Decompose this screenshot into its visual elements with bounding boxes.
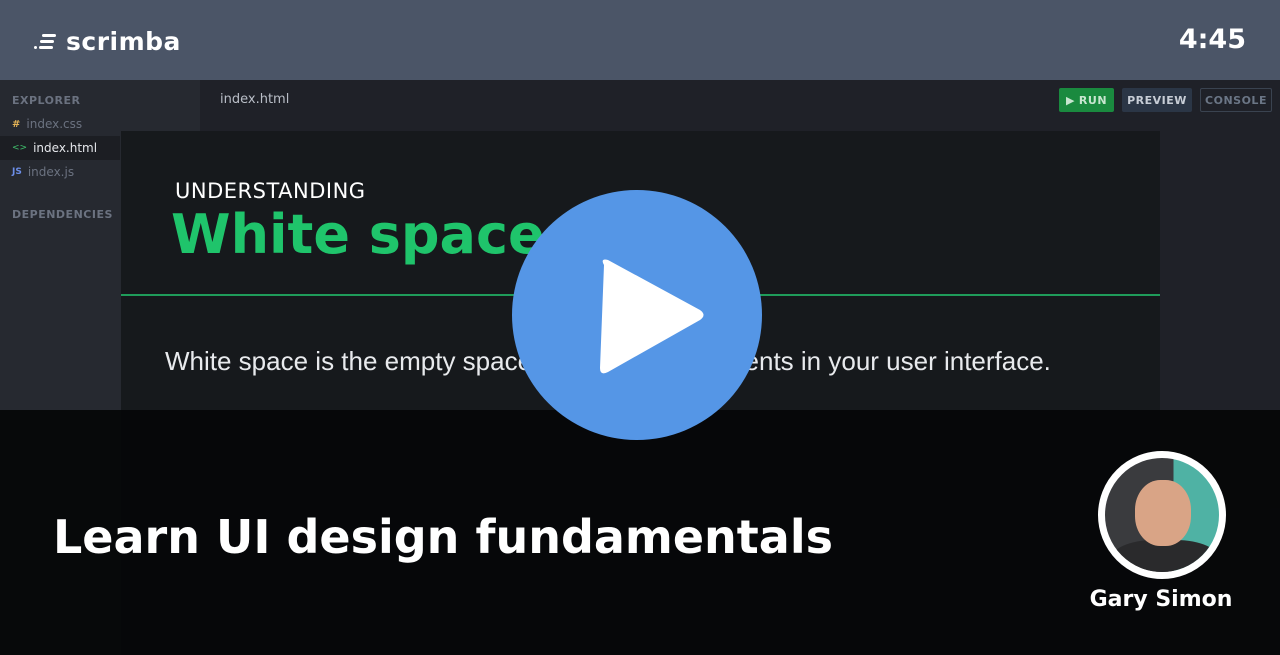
run-label: RUN	[1078, 93, 1108, 107]
instructor-avatar	[1098, 451, 1226, 579]
play-icon: ▶	[1065, 93, 1075, 107]
play-button[interactable]	[512, 190, 762, 440]
scrimba-logo-icon	[34, 33, 58, 51]
dependencies-heading[interactable]: DEPENDENCIES	[12, 208, 113, 221]
info-overlay: Learn UI design fundamentals Gary Simon	[0, 410, 1280, 655]
preview-button[interactable]: PREVIEW	[1122, 88, 1192, 112]
preview-subtitle: UNDERSTANDING	[175, 179, 366, 203]
run-button[interactable]: ▶ RUN	[1059, 88, 1114, 112]
play-icon	[600, 259, 704, 374]
scrimba-logo[interactable]: scrimba	[34, 27, 181, 56]
js-file-icon: JS	[12, 167, 22, 177]
logo-text: scrimba	[66, 27, 181, 56]
duration: 4:45	[1178, 24, 1246, 55]
file-name: index.js	[27, 165, 75, 179]
tab-index-html[interactable]: index.html	[220, 92, 289, 107]
css-file-icon: #	[12, 118, 21, 130]
course-title: Learn UI design fundamentals	[53, 510, 833, 564]
file-index-html[interactable]: <> index.html	[0, 136, 120, 160]
file-name: index.html	[33, 141, 98, 155]
html-file-icon: <>	[12, 143, 28, 153]
explorer-heading: EXPLORER	[12, 94, 81, 107]
preview-title: White space	[171, 203, 545, 266]
header: scrimba 4:45	[0, 0, 1280, 80]
instructor-name: Gary Simon	[1089, 587, 1233, 612]
console-button[interactable]: CONSOLE	[1200, 88, 1272, 112]
file-name: index.css	[26, 117, 83, 131]
